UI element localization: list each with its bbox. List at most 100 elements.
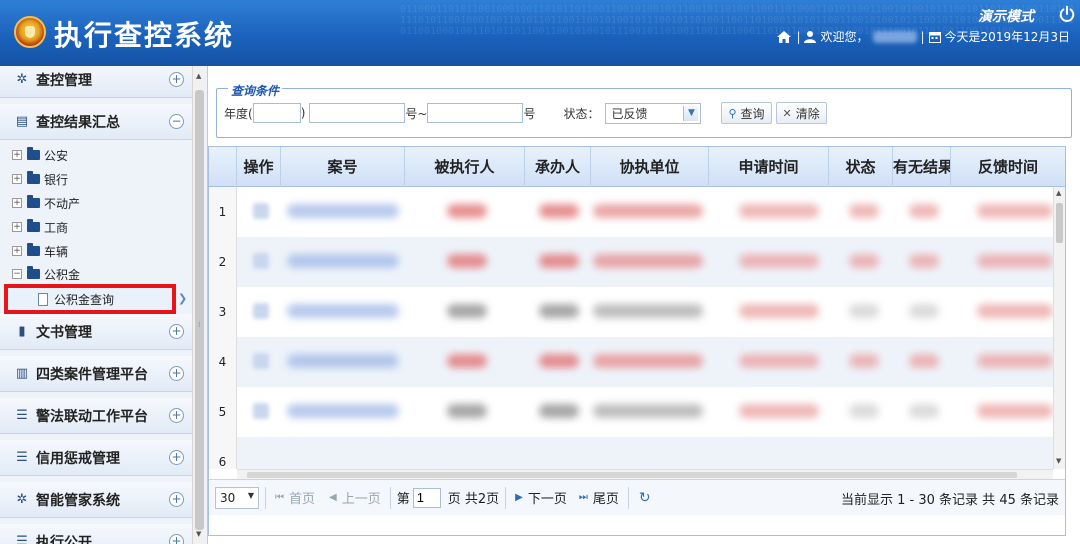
- table-row[interactable]: 2: [209, 237, 1053, 287]
- menu-execution-public[interactable]: ☰ 执行公开 +: [0, 524, 192, 544]
- scrollbar-thumb[interactable]: [195, 90, 204, 530]
- tree-node-business[interactable]: + 工商: [12, 217, 68, 237]
- edit-icon[interactable]: [253, 203, 269, 219]
- username-redacted: [872, 30, 917, 43]
- power-icon[interactable]: [1058, 5, 1076, 23]
- results-grid: 操作 案号 被执行人 承办人 协执单位 申请时间 状态 有无结果 反馈时间 1: [208, 146, 1066, 536]
- scroll-down-icon[interactable]: ▼: [1056, 457, 1061, 465]
- expand-icon[interactable]: +: [12, 174, 22, 184]
- menu-label: 查控管理: [36, 72, 92, 89]
- expand-icon[interactable]: +: [169, 450, 184, 465]
- tree-node-vehicle[interactable]: + 车辆: [12, 241, 68, 261]
- case-number-start-input[interactable]: [309, 103, 406, 123]
- tree-node-bank[interactable]: + 银行: [12, 169, 68, 189]
- column-header-request-time[interactable]: 申请时间: [709, 147, 829, 187]
- splitter-handle[interactable]: ⁞: [198, 320, 201, 329]
- divider: [265, 486, 266, 509]
- expand-icon[interactable]: +: [169, 408, 184, 423]
- collapse-icon[interactable]: −: [12, 269, 22, 279]
- scroll-up-icon[interactable]: ▲: [1056, 189, 1061, 197]
- tree-node-real-estate[interactable]: + 不动产: [12, 193, 80, 213]
- scroll-up-icon[interactable]: ▲: [196, 72, 201, 80]
- pagination-bar: 30 ▼ ⏮ 首页 ◀ 上一页 第 页 共2页 ▶ 下一页 ⏭: [209, 479, 1065, 515]
- grid-vertical-scrollbar[interactable]: ▲ ▼: [1053, 187, 1065, 469]
- tree-node-housing-fund-query[interactable]: 公积金查询: [4, 284, 176, 314]
- grid-horizontal-scrollbar[interactable]: [237, 469, 1053, 479]
- sidebar-scrollbar[interactable]: ▲ ▼: [192, 66, 206, 544]
- column-header-has-result[interactable]: 有无结果: [893, 147, 951, 187]
- menu-police-court-platform[interactable]: ☰ 警法联动工作平台 +: [0, 398, 192, 434]
- refresh-icon[interactable]: ↻: [635, 490, 655, 506]
- folder-icon: [27, 195, 40, 208]
- menu-four-case-platform[interactable]: ▥ 四类案件管理平台 +: [0, 356, 192, 392]
- column-header-status[interactable]: 状态: [829, 147, 893, 187]
- column-header-assisting-unit[interactable]: 协执单位: [591, 147, 709, 187]
- user-icon: [804, 31, 817, 43]
- expand-icon[interactable]: +: [12, 150, 22, 160]
- redacted-defendant: [447, 304, 487, 318]
- redacted-assisting-unit: [593, 404, 703, 418]
- table-row[interactable]: 4: [209, 337, 1053, 387]
- column-header-case-number[interactable]: 案号: [281, 147, 405, 187]
- edit-icon[interactable]: [253, 303, 269, 319]
- edit-icon[interactable]: [253, 403, 269, 419]
- menu-document-management[interactable]: ▮ 文书管理 +: [0, 314, 192, 350]
- tree-node-label: 公安: [44, 148, 69, 163]
- redacted-status: [849, 204, 879, 218]
- chevron-down-icon[interactable]: ▼: [248, 491, 254, 500]
- menu-query-results-summary[interactable]: ▤ 查控结果汇总 −: [0, 104, 192, 140]
- next-page-button[interactable]: ▶ 下一页: [512, 488, 570, 507]
- menu-label: 四类案件管理平台: [36, 366, 148, 383]
- collapse-icon[interactable]: −: [169, 114, 184, 129]
- column-header-actions[interactable]: 操作: [237, 147, 281, 187]
- expand-icon[interactable]: +: [169, 72, 184, 87]
- expand-icon[interactable]: +: [12, 198, 22, 208]
- search-icon: ⚲: [728, 106, 737, 120]
- first-page-button[interactable]: ⏮ 首页: [272, 488, 318, 507]
- status-select[interactable]: 已反馈 ▼: [605, 102, 702, 124]
- table-row[interactable]: 6: [209, 437, 1053, 469]
- current-page-input[interactable]: [412, 487, 441, 508]
- app-header: 0110001101011001000100110101101100110010…: [0, 0, 1080, 66]
- table-row[interactable]: 5: [209, 387, 1053, 437]
- tree-node-housing-fund[interactable]: − 公积金: [12, 264, 80, 284]
- folder-icon: [27, 243, 40, 256]
- expand-icon[interactable]: +: [169, 366, 184, 381]
- redacted-status: [849, 304, 879, 318]
- redacted-feedback-time: [977, 304, 1053, 318]
- page-size-select[interactable]: 30 ▼: [215, 486, 259, 509]
- case-number-end-input[interactable]: [427, 103, 524, 123]
- table-row[interactable]: 3: [209, 287, 1053, 337]
- menu-query-management[interactable]: ✲ 查控管理 +: [0, 66, 192, 98]
- column-header-feedback-time[interactable]: 反馈时间: [951, 147, 1065, 187]
- edit-icon[interactable]: [253, 253, 269, 269]
- column-header-handler[interactable]: 承办人: [525, 147, 591, 187]
- column-header-defendant[interactable]: 被执行人: [405, 147, 525, 187]
- expand-icon[interactable]: +: [169, 492, 184, 507]
- year-input[interactable]: [252, 103, 301, 123]
- expand-icon[interactable]: +: [12, 222, 22, 232]
- tree-node-public-security[interactable]: + 公安: [12, 145, 68, 165]
- expand-icon[interactable]: +: [169, 324, 184, 339]
- scroll-down-icon[interactable]: ▼: [196, 530, 201, 538]
- open-book-icon: ▥: [15, 366, 29, 381]
- scrollbar-thumb[interactable]: [1056, 203, 1063, 243]
- home-icon[interactable]: [776, 30, 792, 44]
- divider: [627, 486, 629, 509]
- prev-page-button[interactable]: ◀ 上一页: [326, 488, 384, 507]
- main-content: 查询条件 年度( ) 号~ 号 状态： 已反馈 ▼ ⚲ 查询 ✕ 清除 操作 案…: [208, 66, 1080, 544]
- table-row[interactable]: 1: [209, 187, 1053, 237]
- chevron-down-icon[interactable]: ▼: [683, 105, 699, 121]
- expand-icon[interactable]: +: [169, 534, 184, 544]
- search-button[interactable]: ⚲ 查询: [721, 102, 772, 124]
- edit-icon[interactable]: [253, 353, 269, 369]
- scrollbar-thumb[interactable]: [247, 472, 1017, 478]
- row-number: 5: [209, 387, 237, 437]
- clear-button[interactable]: ✕ 清除: [775, 102, 827, 124]
- last-page-button[interactable]: ⏭ 尾页: [576, 488, 622, 507]
- menu-credit-punishment[interactable]: ☰ 信用惩戒管理 +: [0, 440, 192, 476]
- redacted-case-number: [287, 254, 399, 268]
- menu-smart-steward[interactable]: ✲ 智能管家系统 +: [0, 482, 192, 518]
- redacted-handler: [539, 354, 579, 368]
- expand-icon[interactable]: +: [12, 246, 22, 256]
